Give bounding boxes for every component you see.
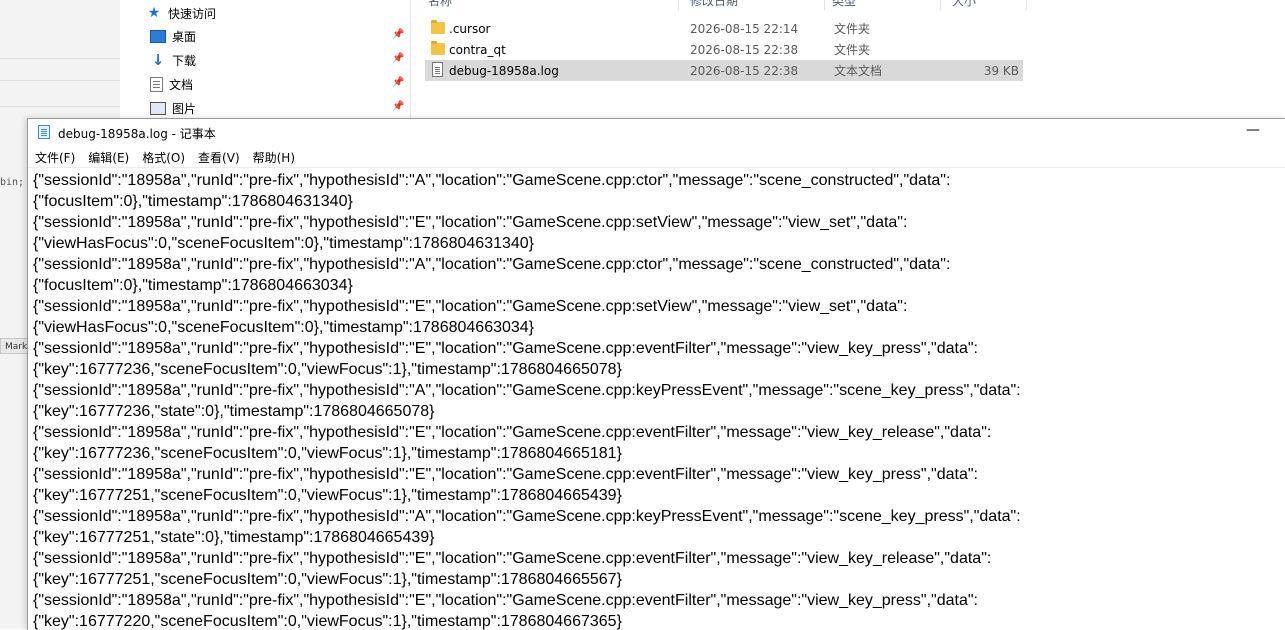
file-date: 2026-08-15 22:38 — [690, 42, 799, 57]
nav-item-downloads[interactable]: ↓ 下载 📌 — [150, 49, 410, 71]
nav-item-label: 下载 — [172, 53, 197, 68]
column-header-date[interactable]: 修改日期 — [690, 0, 825, 10]
nav-item-label: 快速访问 — [168, 6, 217, 21]
column-header-size[interactable]: 大小 — [952, 0, 1027, 10]
log-line: {"key":16777236,"state":0},"timestamp":1… — [33, 403, 435, 420]
menu-file[interactable]: 文件(F) — [35, 148, 81, 167]
file-date: 2026-08-15 22:38 — [690, 63, 799, 78]
folder-icon — [431, 41, 445, 55]
log-line: {"sessionId":"18958a","runId":"pre-fix",… — [33, 340, 978, 357]
menu-view[interactable]: 查看(V) — [198, 148, 246, 167]
log-line: {"focusItem":0},"timestamp":178680463134… — [33, 193, 353, 210]
log-line: {"key":16777220,"sceneFocusItem":0,"view… — [33, 613, 622, 630]
file-type: 文本文档 — [834, 64, 883, 78]
file-name: .cursor — [449, 21, 491, 36]
log-line: {"sessionId":"18958a","runId":"pre-fix",… — [33, 382, 1021, 399]
file-date: 2026-08-15 22:14 — [690, 21, 799, 36]
nav-item-documents[interactable]: 文档 📌 — [150, 73, 410, 95]
pin-icon: 📌 — [392, 29, 405, 40]
window-title: debug-18958a.log - 记事本 — [58, 127, 216, 141]
divider — [0, 106, 120, 107]
menu-format[interactable]: 格式(O) — [142, 148, 191, 167]
file-list: 名称 修改日期 类型 大小 .cursor 2026-08-15 22:14 文… — [420, 0, 1140, 118]
menu-edit[interactable]: 编辑(E) — [88, 148, 135, 167]
folder-icon — [431, 20, 445, 34]
log-line: {"sessionId":"18958a","runId":"pre-fix",… — [33, 550, 992, 567]
notepad-icon — [38, 125, 50, 139]
text-file-icon — [432, 62, 443, 77]
log-line: {"sessionId":"18958a","runId":"pre-fix",… — [33, 424, 992, 441]
star-icon: ★ — [147, 5, 161, 21]
minimize-button[interactable]: — — [1238, 122, 1268, 144]
divider — [0, 80, 120, 81]
log-line: {"key":16777236,"sceneFocusItem":0,"view… — [33, 361, 622, 378]
title-bar[interactable]: debug-18958a.log - 记事本 — — [28, 119, 1285, 146]
file-type: 文件夹 — [834, 22, 871, 36]
nav-item-label: 文档 — [169, 77, 194, 92]
file-row[interactable]: contra_qt 2026-08-15 22:38 文件夹 — [425, 39, 1023, 60]
file-explorer: ★ 快速访问 桌面 📌 ↓ 下载 📌 文档 📌 图片 📌 名称 修改日期 类型 … — [120, 0, 1285, 118]
nav-item-label: 图片 — [172, 101, 197, 116]
menu-help[interactable]: 帮助(H) — [253, 148, 301, 167]
log-line: {"sessionId":"18958a","runId":"pre-fix",… — [33, 592, 978, 609]
file-type: 文件夹 — [834, 43, 871, 57]
log-line: {"sessionId":"18958a","runId":"pre-fix",… — [33, 214, 908, 231]
file-size: 39 KB — [983, 63, 1019, 78]
file-name: debug-18958a.log — [449, 63, 559, 78]
documents-icon — [150, 76, 163, 92]
log-line: {"key":16777251,"sceneFocusItem":0,"view… — [33, 487, 622, 504]
navigation-pane: ★ 快速访问 桌面 📌 ↓ 下载 📌 文档 📌 图片 📌 — [120, 0, 411, 118]
text-editor-area[interactable]: {"sessionId":"18958a","runId":"pre-fix",… — [28, 170, 1285, 630]
nav-item-label: 桌面 — [172, 29, 197, 44]
log-line: {"sessionId":"18958a","runId":"pre-fix",… — [33, 256, 951, 273]
log-line: {"key":16777251,"sceneFocusItem":0,"view… — [33, 571, 622, 588]
divider — [0, 58, 120, 59]
log-line: {"sessionId":"18958a","runId":"pre-fix",… — [33, 298, 908, 315]
log-line: {"sessionId":"18958a","runId":"pre-fix",… — [33, 508, 1021, 525]
background-tab[interactable]: Mark — [0, 338, 28, 354]
pin-icon: 📌 — [392, 101, 405, 112]
file-name: contra_qt — [449, 42, 506, 57]
log-line: {"sessionId":"18958a","runId":"pre-fix",… — [33, 172, 951, 189]
desktop-icon — [150, 29, 166, 43]
log-line: {"viewHasFocus":0,"sceneFocusItem":0},"t… — [33, 319, 535, 336]
notepad-window: debug-18958a.log - 记事本 — 文件(F) 编辑(E) 格式(… — [27, 118, 1285, 630]
log-line: {"focusItem":0},"timestamp":178680466303… — [33, 277, 353, 294]
file-row[interactable]: .cursor 2026-08-15 22:14 文件夹 — [425, 18, 1023, 39]
nav-item-desktop[interactable]: 桌面 📌 — [150, 25, 410, 47]
nav-item-pictures[interactable]: 图片 📌 — [150, 97, 410, 119]
log-line: {"sessionId":"18958a","runId":"pre-fix",… — [33, 466, 978, 483]
pictures-icon — [150, 101, 166, 115]
column-header-name[interactable]: 名称 — [428, 0, 679, 10]
file-row-selected[interactable]: debug-18958a.log 2026-08-15 22:38 文本文档 3… — [425, 60, 1023, 81]
menu-bar: 文件(F) 编辑(E) 格式(O) 查看(V) 帮助(H) — [28, 147, 1285, 168]
column-header-type[interactable]: 类型 — [832, 0, 941, 10]
background-code-fragment: bin; — [0, 177, 25, 188]
pin-icon: 📌 — [392, 77, 405, 88]
pin-icon: 📌 — [392, 53, 405, 64]
log-line: {"key":16777251,"state":0},"timestamp":1… — [33, 529, 435, 546]
download-icon: ↓ — [151, 51, 165, 69]
log-line: {"key":16777236,"sceneFocusItem":0,"view… — [33, 445, 622, 462]
nav-item-quick-access[interactable]: ★ 快速访问 — [146, 2, 406, 24]
log-line: {"viewHasFocus":0,"sceneFocusItem":0},"t… — [33, 235, 535, 252]
